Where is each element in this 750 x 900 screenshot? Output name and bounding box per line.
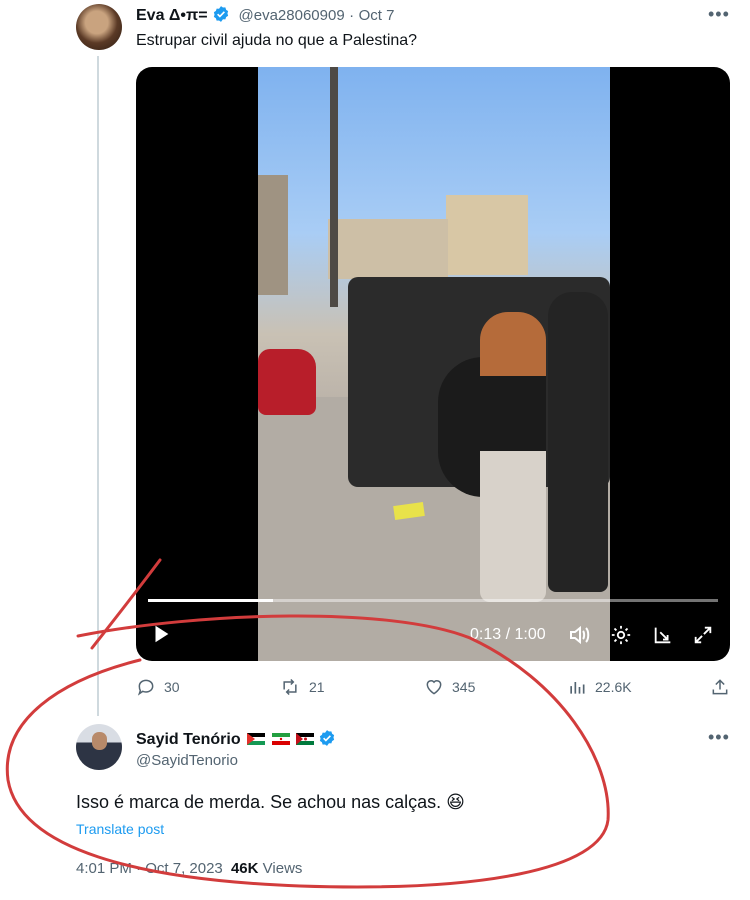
verified-badge-icon <box>318 729 336 752</box>
views-button[interactable]: 22.6K <box>567 677 632 697</box>
time-divider: / <box>505 626 511 643</box>
author-handle[interactable]: @SayidTenorio <box>136 752 238 769</box>
video-frame <box>258 67 610 661</box>
palestine-flag-icon <box>247 732 266 745</box>
post-time[interactable]: 4:01 PM <box>76 860 132 877</box>
reply-count: 30 <box>164 679 180 695</box>
view-count: 22.6K <box>595 679 632 695</box>
thread-connector-line <box>97 56 99 716</box>
reply-button[interactable]: 30 <box>136 677 180 697</box>
play-button[interactable] <box>150 623 172 650</box>
video-player[interactable]: 0:13 / 1:00 <box>136 67 730 661</box>
views-label: Views <box>262 860 303 877</box>
post-date[interactable]: Oct 7 <box>359 7 395 24</box>
views-count: 46K <box>230 860 259 877</box>
tweet2-text: Isso é marca de merda. Se achou nas calç… <box>76 792 465 812</box>
share-button[interactable] <box>710 677 730 697</box>
repost-button[interactable]: 21 <box>279 677 325 697</box>
building <box>258 175 288 295</box>
fullscreen-icon[interactable] <box>692 624 714 651</box>
more-options-icon[interactable]: ••• <box>708 4 730 25</box>
red-car <box>258 349 316 415</box>
volume-icon[interactable] <box>568 624 592 651</box>
like-button[interactable]: 345 <box>424 677 475 697</box>
author-handle[interactable]: @eva28060909 <box>239 7 345 24</box>
tweet1-text: Estrupar civil ajuda no que a Palestina? <box>136 32 418 49</box>
author-name[interactable]: Eva Δ•π= <box>136 7 208 24</box>
translate-post-link[interactable]: Translate post <box>76 821 164 837</box>
settings-gear-icon[interactable] <box>610 624 632 651</box>
repost-count: 21 <box>309 679 325 695</box>
person <box>480 312 546 602</box>
analytics-bars-icon <box>570 682 585 694</box>
video-progress-track[interactable] <box>148 599 718 602</box>
avatar-eva[interactable] <box>76 4 122 50</box>
utility-pole <box>330 67 338 307</box>
tweet2-name-row: Sayid Tenório <box>136 729 336 752</box>
avatar-sayid[interactable] <box>76 724 122 770</box>
picture-in-picture-icon[interactable] <box>652 624 674 651</box>
iran-flag-icon <box>271 732 290 745</box>
video-time: 0:13 / 1:00 <box>470 626 546 644</box>
repost-icon <box>283 678 297 696</box>
building <box>328 219 448 279</box>
meta-dot: · <box>136 860 142 877</box>
post-meta: 4:01 PM · Oct 7, 2023 46K Views <box>76 860 302 877</box>
separator-dot: · <box>349 7 355 24</box>
video-progress-fill <box>148 599 274 602</box>
author-name[interactable]: Sayid Tenório <box>136 731 241 748</box>
post-full-date[interactable]: Oct 7, 2023 <box>145 860 223 877</box>
reply-icon <box>137 679 154 696</box>
share-icon <box>712 679 728 695</box>
building <box>446 195 528 275</box>
more-options-icon[interactable]: ••• <box>708 727 730 748</box>
tweet1-header: Eva Δ•π= @eva28060909 · Oct 7 <box>136 5 394 27</box>
duration: 1:00 <box>514 626 546 643</box>
like-count: 345 <box>452 679 476 695</box>
current-time: 0:13 <box>470 626 502 643</box>
western-sahara-flag-icon <box>295 732 314 745</box>
heart-icon <box>426 680 442 695</box>
verified-badge-icon <box>212 5 230 28</box>
person <box>548 292 608 592</box>
